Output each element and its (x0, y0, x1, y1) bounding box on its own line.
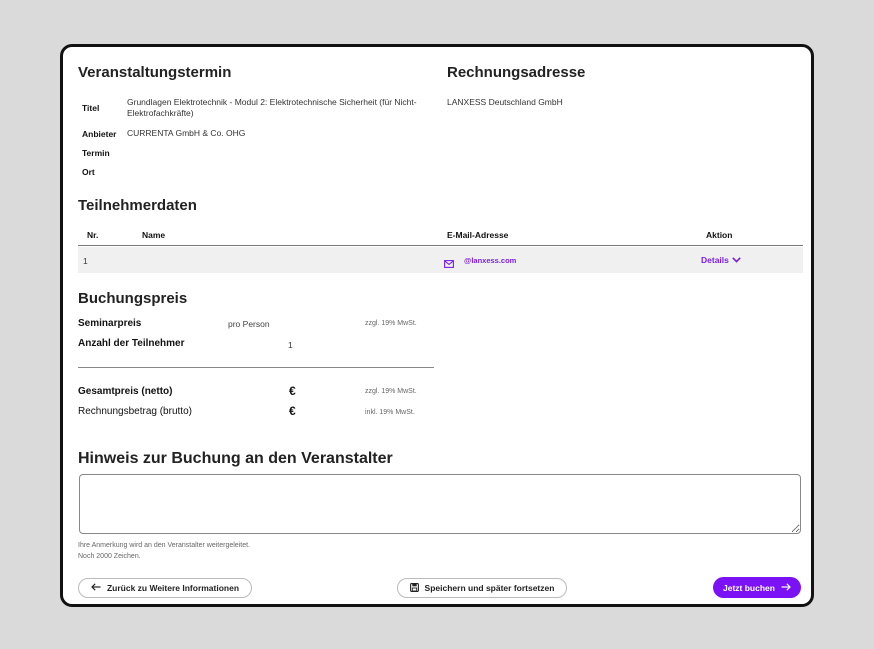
participant-count-label: Anzahl der Teilnehmer (78, 338, 185, 349)
participant-email[interactable]: @lanxess.com (464, 256, 516, 265)
note-textarea[interactable] (79, 474, 801, 534)
save-later-label: Speichern und später fortsetzen (424, 583, 555, 593)
net-price-currency: € (289, 384, 296, 398)
participants-heading: Teilnehmerdaten (78, 197, 197, 214)
event-heading: Veranstaltungstermin (78, 64, 232, 81)
event-title-value: Grundlagen Elektrotechnik - Modul 2: Ele… (127, 97, 417, 118)
participant-count-value: 1 (288, 340, 293, 350)
event-date-label: Termin (82, 148, 110, 158)
billing-heading: Rechnungsadresse (447, 64, 586, 81)
details-button[interactable]: Details (701, 255, 741, 265)
gross-price-currency: € (289, 404, 296, 418)
note-heading: Hinweis zur Buchung an den Veranstalter (78, 450, 393, 467)
book-now-label: Jetzt buchen (723, 582, 775, 593)
note-char-counter: Noch 2000 Zeichen. (78, 553, 141, 560)
event-title-label: Titel (82, 103, 100, 113)
back-button[interactable]: Zurück zu Weitere Informationen (78, 578, 252, 598)
table-header-divider (78, 245, 803, 246)
event-provider-value: CURRENTA GmbH & Co. OHG (127, 128, 246, 138)
net-price-tax: zzgl. 19% MwSt. (365, 388, 417, 395)
seminar-price-unit: pro Person (228, 319, 270, 329)
event-provider-label: Anbieter (82, 129, 117, 139)
back-button-label: Zurück zu Weitere Informationen (106, 583, 240, 593)
net-price-label: Gesamtpreis (netto) (78, 386, 173, 397)
price-divider (78, 367, 434, 368)
price-heading: Buchungspreis (78, 290, 188, 307)
billing-company: LANXESS Deutschland GmbH (447, 97, 563, 107)
booking-summary-panel: Veranstaltungstermin Titel Grundlagen El… (60, 44, 814, 607)
col-header-action: Aktion (706, 230, 733, 240)
book-now-button[interactable]: Jetzt buchen (713, 577, 801, 598)
arrow-right-icon (781, 582, 791, 593)
details-label: Details (701, 255, 729, 265)
seminar-price-label: Seminarpreis (78, 318, 142, 329)
col-header-email: E-Mail-Adresse (447, 230, 509, 240)
chevron-down-icon (732, 255, 741, 265)
arrow-left-icon (91, 583, 101, 593)
envelope-icon (444, 255, 454, 273)
save-later-button[interactable]: Speichern und später fortsetzen (397, 578, 567, 598)
gross-price-label: Rechnungsbetrag (brutto) (78, 406, 192, 417)
gross-price-tax: inkl. 19% MwSt. (365, 409, 415, 416)
col-header-name: Name (142, 230, 166, 240)
event-location-label: Ort (82, 167, 95, 177)
save-icon (409, 582, 419, 594)
seminar-price-tax: zzgl. 19% MwSt. (365, 320, 417, 327)
table-row: 1 @lanxess.com Details (78, 247, 803, 273)
col-header-nr: Nr. (87, 230, 99, 240)
participant-nr: 1 (83, 256, 88, 266)
note-hint: Ihre Anmerkung wird an den Veranstalter … (78, 542, 250, 549)
